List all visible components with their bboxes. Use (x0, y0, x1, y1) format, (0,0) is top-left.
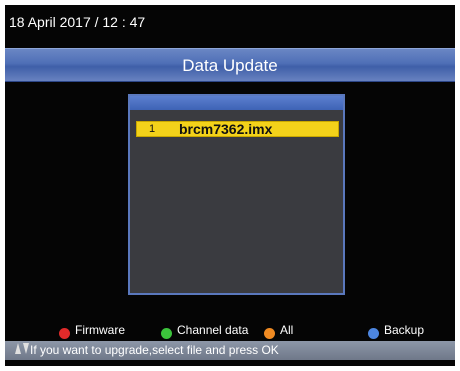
orange-button-icon[interactable] (264, 328, 275, 339)
file-list-panel: 1 brcm7362.imx (128, 94, 345, 295)
hint-text: If you want to upgrade,select file and p… (30, 343, 279, 357)
hint-bar: If you want to upgrade,select file and p… (5, 341, 455, 360)
blue-button-icon[interactable] (368, 328, 379, 339)
file-list-header (130, 96, 343, 110)
all-label[interactable]: All (280, 323, 293, 337)
file-index: 1 (149, 123, 156, 135)
title-bar: Data Update (5, 48, 455, 82)
file-row-selected[interactable]: 1 brcm7362.imx (136, 121, 339, 137)
green-button-icon[interactable] (161, 328, 172, 339)
channel-data-label[interactable]: Channel data (177, 323, 248, 337)
up-down-arrow-icon (15, 343, 29, 358)
date-time: 18 April 2017 / 12 : 47 (9, 14, 146, 30)
page-title: Data Update (182, 56, 278, 75)
firmware-label[interactable]: Firmware (75, 323, 125, 337)
backup-label[interactable]: Backup (384, 323, 424, 337)
file-name: brcm7362.imx (179, 121, 273, 137)
tv-screen: 18 April 2017 / 12 : 47 Data Update 1 br… (5, 5, 455, 366)
red-button-icon[interactable] (59, 328, 70, 339)
